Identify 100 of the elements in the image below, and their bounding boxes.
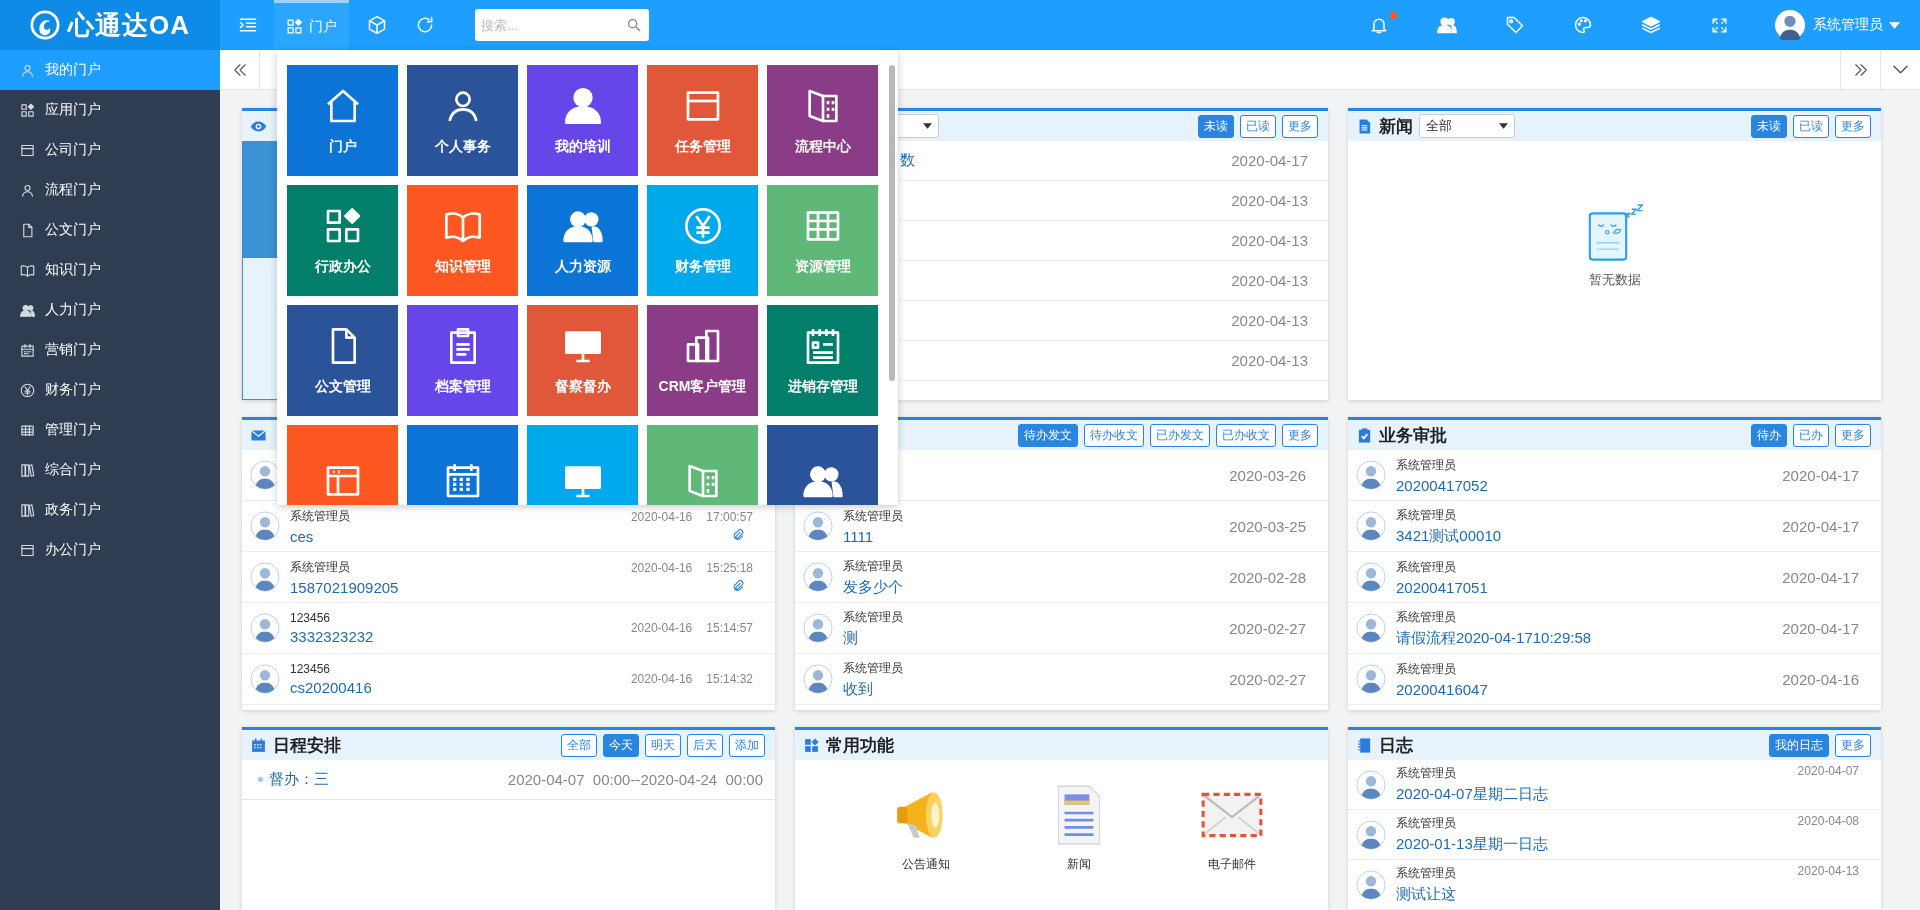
mail-subject[interactable]: 1587021909205 [290,578,621,596]
app-tile[interactable] [767,425,878,505]
item-title[interactable]: 20200417052 [1396,476,1773,494]
filter-button[interactable]: 已办收文 [1216,423,1276,447]
item-date: 2020-02-27 [1229,619,1306,637]
person-icon [20,182,35,198]
sender-name: 系统管理员 [290,558,351,576]
app-tile[interactable]: 个人事务 [407,65,518,176]
app-tile[interactable] [647,425,758,505]
filter-button[interactable]: 未读 [1751,114,1787,138]
scrollbar[interactable] [889,65,895,381]
app-tile[interactable]: 进销存管理 [767,305,878,416]
avatar-icon[interactable] [1775,10,1805,40]
item-date: 2020-04-16 [1782,670,1859,688]
sidebar-item[interactable]: 综合门户 [0,450,220,490]
item-title[interactable]: 收到 [843,679,1220,699]
sidebar-item[interactable]: 公司门户 [0,130,220,170]
mail-subject[interactable]: 3332323232 [290,628,621,645]
author-name: 系统管理员 [1396,456,1457,474]
app-tile[interactable]: 我的培训 [527,65,638,176]
panel-title: 业务审批 [1379,424,1447,447]
app-tile[interactable]: 流程中心 [767,65,878,176]
filter-button[interactable]: 已读 [1240,114,1276,138]
item-title[interactable]: 2020-04-07星期二日志 [1396,785,1788,804]
item-title[interactable]: 测试让这 [1396,885,1788,904]
sidebar-item[interactable]: 办公门户 [0,530,220,570]
author-name: 系统管理员 [1396,660,1457,678]
sidebar-item[interactable]: 营销门户 [0,330,220,370]
filter-button[interactable]: 已办发文 [1150,423,1210,447]
filter-button[interactable]: 未读 [1198,114,1234,138]
filter-button[interactable]: 更多 [1835,423,1871,447]
filter-button[interactable]: 今天 [603,733,639,757]
item-title[interactable]: 测 [843,628,1220,648]
filter-button[interactable]: 待办 [1751,423,1787,447]
app-tile[interactable]: 人力资源 [527,185,638,296]
apps-icon [286,18,303,35]
avatar-icon [250,664,280,694]
item-title[interactable]: 20200416047 [1396,680,1773,698]
app-tile[interactable]: 任务管理 [647,65,758,176]
app-tile[interactable]: 行政办公 [287,185,398,296]
item-date: 2020-04-13 [1231,272,1308,289]
filter-button[interactable]: 更多 [1282,114,1318,138]
app-tile[interactable]: 知识管理 [407,185,518,296]
app-tile[interactable]: CRM客户管理 [647,305,758,416]
item-title[interactable]: 1111 [843,527,1220,545]
calendar-icon [20,342,35,358]
app-tile[interactable]: 督察督办 [527,305,638,416]
mail-time: 15:25:18 [706,561,753,575]
shortcut-button[interactable]: 电子邮件 [1155,782,1308,873]
sidebar-item[interactable]: 人力门户 [0,290,220,330]
filter-button[interactable]: 全部 [561,733,597,757]
app-tile[interactable] [407,425,518,505]
chevron-down-icon [1893,65,1908,74]
avatar-icon [1356,664,1386,694]
item-title[interactable]: 请假流程2020-04-1710:29:58 [1396,628,1773,648]
item-title[interactable]: 发多少个 [843,577,1220,597]
mail-subject[interactable]: cs20200416 [290,679,621,696]
sidebar-item[interactable]: 知识门户 [0,250,220,290]
filter-button[interactable]: 待办发文 [1018,423,1078,447]
item-date: 2020-04-17 [1782,568,1859,586]
filter-button[interactable]: 更多 [1835,733,1871,757]
app-tile[interactable]: 公文管理 [287,305,398,416]
filter-button[interactable]: 更多 [1835,114,1871,138]
sidebar-item[interactable]: 应用门户 [0,90,220,130]
filter-button[interactable]: 已读 [1793,114,1829,138]
filter-button[interactable]: 已办 [1793,423,1829,447]
sidebar-item[interactable]: 政务门户 [0,490,220,530]
item-title[interactable]: 3421测试00010 [1396,526,1773,546]
shortcut-button[interactable]: 新闻 [1002,782,1155,873]
app-tile[interactable] [527,425,638,505]
filter-button[interactable]: 我的日志 [1769,733,1829,757]
event-title[interactable]: 督办：三 [269,770,329,789]
filter-button[interactable]: 后天 [687,733,723,757]
sidebar-item[interactable]: 管理门户 [0,410,220,450]
app-tile[interactable]: 档案管理 [407,305,518,416]
item-title[interactable]: 20200417051 [1396,578,1773,596]
search-field[interactable]: 搜索... [475,9,649,41]
avatar-icon [1356,511,1386,541]
filter-select[interactable]: 全部 [1419,114,1515,138]
sidebar-item[interactable]: 财务门户 [0,370,220,410]
sidebar-item[interactable]: 公文门户 [0,210,220,250]
filter-button[interactable]: 更多 [1282,423,1318,447]
avatar-icon [250,562,280,592]
shortcut-button[interactable]: 公告通知 [849,782,1002,873]
panel-title: 日志 [1379,734,1413,757]
item-date: 2020-04-13 [1231,352,1308,369]
author-name: 系统管理员 [1396,765,1457,782]
filter-button[interactable]: 添加 [729,733,765,757]
app-tile[interactable] [287,425,398,505]
search-icon[interactable] [626,17,642,33]
avatar-icon [1356,769,1386,800]
item-title[interactable]: 数 [900,151,915,170]
mail-subject[interactable]: ces [290,527,621,545]
item-title[interactable]: 2020-01-13星期一日志 [1396,835,1788,854]
filter-button[interactable]: 待办收文 [1084,423,1144,447]
sidebar-item[interactable]: 流程门户 [0,170,220,210]
filter-button[interactable]: 明天 [645,733,681,757]
app-tile[interactable]: 门户 [287,65,398,176]
book-icon [20,262,35,278]
author-name: 系统管理员 [843,557,904,575]
